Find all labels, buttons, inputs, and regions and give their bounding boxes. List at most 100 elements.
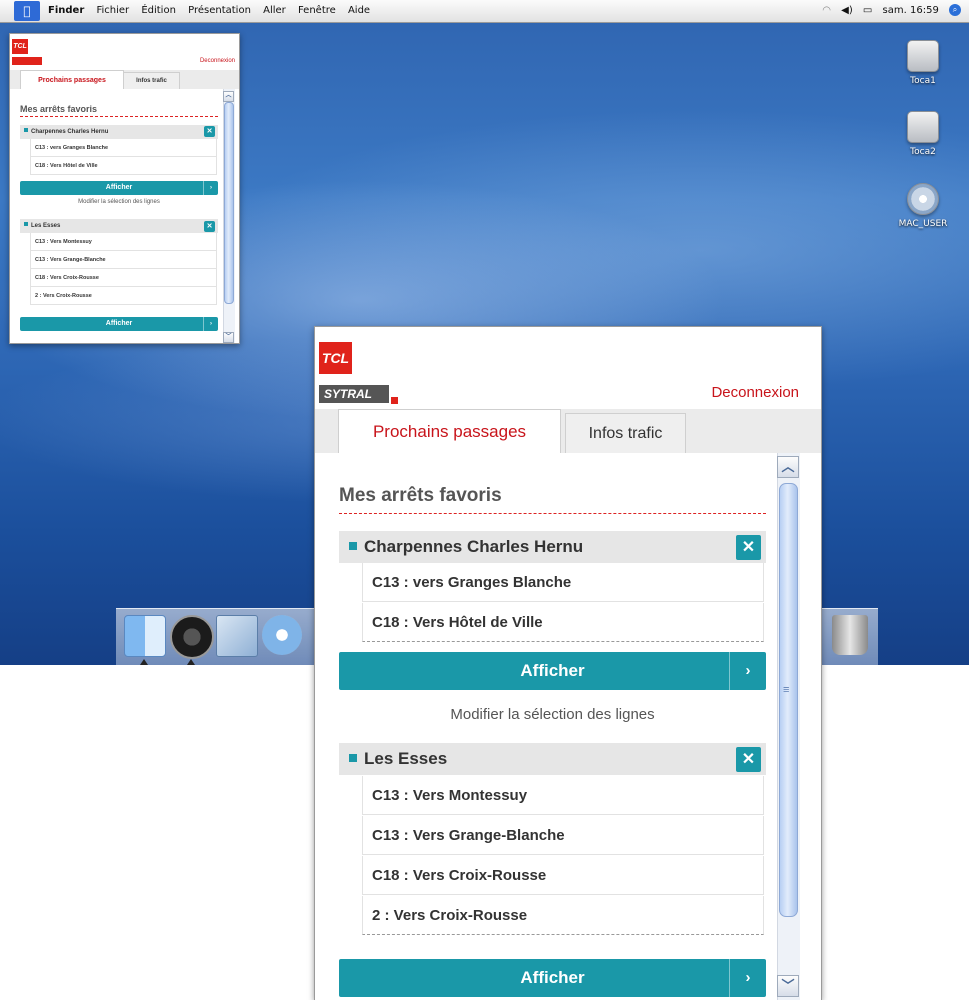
finder-icon[interactable] bbox=[124, 615, 166, 657]
stop-name: Charpennes Charles Hernu bbox=[364, 537, 584, 556]
show-button[interactable]: Afficher › bbox=[339, 959, 766, 997]
stop-name: Les Esses bbox=[31, 223, 61, 229]
hard-drive-icon bbox=[907, 40, 939, 72]
remove-stop-button[interactable]: ✕ bbox=[736, 535, 761, 560]
line-row[interactable]: 2 : Vers Croix-Rousse bbox=[30, 287, 217, 305]
line-row[interactable]: C13 : Vers Grange-Blanche bbox=[30, 251, 217, 269]
bullet-square-icon bbox=[349, 754, 357, 763]
desktop-icon-toca1[interactable]: Toca1 bbox=[888, 40, 958, 86]
volume-icon[interactable]: ◀) bbox=[841, 5, 853, 16]
line-row[interactable]: C18 : Vers Croix-Rousse bbox=[362, 856, 764, 895]
menu-fichier[interactable]: Fichier bbox=[96, 5, 129, 16]
sytral-logo-dot bbox=[391, 397, 398, 404]
hard-drive-icon bbox=[907, 111, 939, 143]
menu-bar:  Finder Fichier Édition Présentation Al… bbox=[0, 0, 969, 23]
modify-lines-link[interactable]: Modifier la sélection des lignes bbox=[315, 706, 790, 723]
show-button-label: Afficher bbox=[105, 320, 133, 327]
spotlight-icon[interactable]: ⌕ bbox=[949, 4, 961, 16]
chevron-right-icon: › bbox=[729, 959, 766, 997]
section-title: Mes arrêts favoris bbox=[20, 104, 218, 117]
chevron-right-icon: › bbox=[203, 181, 218, 195]
tab-infos-trafic[interactable]: Infos trafic bbox=[123, 72, 180, 90]
line-row[interactable]: 2 : Vers Croix-Rousse bbox=[362, 896, 764, 935]
remove-stop-button[interactable]: ✕ bbox=[204, 221, 215, 232]
menu-finder[interactable]: Finder bbox=[48, 5, 84, 16]
bullet-square-icon bbox=[24, 128, 28, 133]
running-indicator-icon bbox=[187, 659, 195, 665]
stop-header: Les Esses bbox=[20, 219, 218, 233]
show-button-label: Afficher bbox=[520, 661, 585, 680]
desktop-icon-label: Toca1 bbox=[910, 76, 936, 86]
tcl-logo: TCL bbox=[12, 39, 28, 54]
menu-presentation[interactable]: Présentation bbox=[188, 5, 251, 16]
menu-edition[interactable]: Édition bbox=[141, 5, 176, 16]
bullet-square-icon bbox=[24, 222, 28, 227]
stop-header: Les Esses bbox=[339, 743, 766, 775]
menu-fenetre[interactable]: Fenêtre bbox=[298, 5, 336, 16]
logout-link[interactable]: Deconnexion bbox=[200, 58, 235, 64]
tcl-widget-small: TCL SYTRAL Deconnexion Prochains passage… bbox=[9, 33, 240, 344]
wifi-icon[interactable]: ◠ bbox=[822, 5, 831, 16]
scroll-up-button[interactable]: ︿ bbox=[777, 456, 799, 478]
menu-extras: ◠ ◀) ▭ sam. 16:59 ⌕ bbox=[815, 0, 961, 22]
section-title: Mes arrêts favoris bbox=[339, 485, 766, 514]
line-row[interactable]: C13 : vers Granges Blanche bbox=[30, 139, 217, 157]
desktop-icon-label: MAC_USER bbox=[898, 219, 948, 229]
line-row[interactable]: C13 : Vers Montessuy bbox=[30, 233, 217, 251]
stop-name: Charpennes Charles Hernu bbox=[31, 129, 109, 135]
tab-prochains-passages[interactable]: Prochains passages bbox=[20, 70, 124, 90]
line-row[interactable]: C13 : vers Granges Blanche bbox=[362, 563, 764, 602]
line-row[interactable]: C18 : Vers Hôtel de Ville bbox=[30, 157, 217, 175]
logout-link[interactable]: Deconnexion bbox=[711, 384, 799, 401]
show-button[interactable]: Afficher › bbox=[20, 317, 218, 331]
line-row[interactable]: C13 : Vers Montessuy bbox=[362, 776, 764, 815]
sytral-logo-dot bbox=[12, 57, 42, 65]
modify-lines-link[interactable]: Modifier la sélection des lignes bbox=[10, 199, 228, 205]
dashboard-icon[interactable] bbox=[170, 615, 214, 659]
tcl-logo: TCL bbox=[319, 342, 352, 374]
tab-bar: Prochains passages Infos trafic bbox=[10, 70, 239, 90]
bullet-square-icon bbox=[349, 542, 357, 551]
menu-aide[interactable]: Aide bbox=[348, 5, 370, 16]
favorites-pane: Mes arrêts favoris Charpennes Charles He… bbox=[315, 453, 821, 1000]
remove-stop-button[interactable]: ✕ bbox=[204, 126, 215, 137]
tab-infos-trafic[interactable]: Infos trafic bbox=[565, 413, 686, 454]
chevron-right-icon: › bbox=[729, 652, 766, 690]
stop-header: Charpennes Charles Hernu bbox=[339, 531, 766, 563]
battery-icon[interactable]: ▭ bbox=[863, 5, 872, 16]
show-button[interactable]: Afficher › bbox=[20, 181, 218, 195]
trash-icon[interactable] bbox=[832, 615, 868, 655]
favorites-pane: Mes arrêts favoris Charpennes Charles He… bbox=[10, 89, 239, 343]
chevron-right-icon: › bbox=[203, 317, 218, 331]
scroll-down-button[interactable]: ﹀ bbox=[777, 975, 799, 997]
menu-items: Finder Fichier Édition Présentation Alle… bbox=[48, 0, 379, 22]
stop-header: Charpennes Charles Hernu bbox=[20, 125, 218, 139]
show-button-label: Afficher bbox=[105, 184, 133, 191]
desktop-icon-mac-user[interactable]: MAC_USER bbox=[888, 183, 958, 229]
scrollbar-thumb[interactable]: ≡ bbox=[779, 483, 798, 917]
cd-disc-icon bbox=[907, 183, 939, 215]
stop-name: Les Esses bbox=[364, 749, 448, 768]
line-row[interactable]: C13 : Vers Grange-Blanche bbox=[362, 816, 764, 855]
scroll-up-button[interactable]: ︿ bbox=[223, 91, 234, 102]
show-button-label: Afficher bbox=[520, 968, 585, 987]
desktop-icon-toca2[interactable]: Toca2 bbox=[888, 111, 958, 157]
sytral-logo: SYTRAL bbox=[319, 385, 389, 403]
remove-stop-button[interactable]: ✕ bbox=[736, 747, 761, 772]
menu-aller[interactable]: Aller bbox=[263, 5, 286, 16]
tcl-widget-large: TCL SYTRAL Deconnexion Prochains passage… bbox=[314, 326, 822, 1000]
tab-prochains-passages[interactable]: Prochains passages bbox=[338, 409, 561, 454]
line-row[interactable]: C18 : Vers Hôtel de Ville bbox=[362, 603, 764, 642]
tab-bar: Prochains passages Infos trafic bbox=[315, 409, 821, 454]
show-button[interactable]: Afficher › bbox=[339, 652, 766, 690]
scrollbar-thumb[interactable] bbox=[224, 102, 234, 304]
scroll-down-button[interactable]: ﹀ bbox=[223, 332, 234, 343]
scrollbar-grip-icon: ≡ bbox=[783, 684, 790, 696]
line-row[interactable]: C18 : Vers Croix-Rousse bbox=[30, 269, 217, 287]
mail-icon[interactable] bbox=[216, 615, 258, 657]
desktop-icon-label: Toca2 bbox=[910, 147, 936, 157]
running-indicator-icon bbox=[140, 659, 148, 665]
safari-icon[interactable] bbox=[262, 615, 302, 655]
menu-clock[interactable]: sam. 16:59 bbox=[883, 5, 939, 16]
apple-menu-icon[interactable]:  bbox=[14, 1, 40, 21]
